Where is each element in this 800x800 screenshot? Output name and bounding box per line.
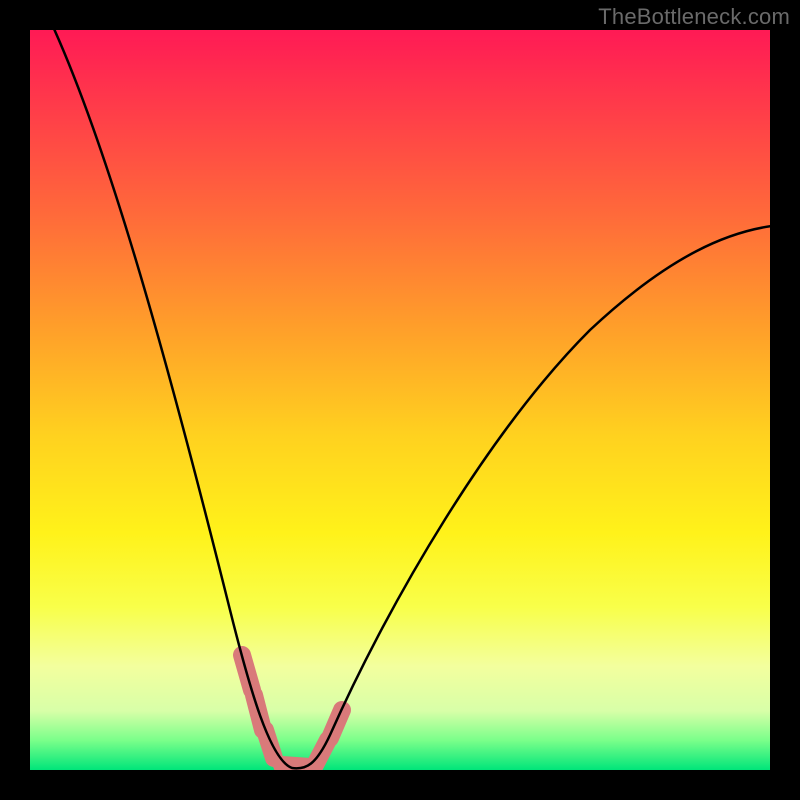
bottleneck-curve-path: [50, 30, 770, 768]
bottleneck-curve: [30, 30, 770, 770]
chart-plot-area: [30, 30, 770, 770]
curve-highlight: [242, 655, 342, 767]
chart-frame: TheBottleneck.com: [0, 0, 800, 800]
watermark-text: TheBottleneck.com: [598, 4, 790, 30]
